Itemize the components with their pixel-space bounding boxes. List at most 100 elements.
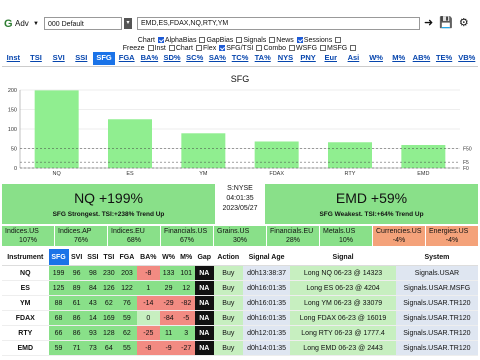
tab-sd[interactable]: SD% (161, 52, 184, 65)
ba-cell: -14 (137, 295, 160, 311)
option-label-sessions: Sessions (303, 37, 333, 44)
ssi-cell: 98 (84, 265, 101, 281)
tab-ssi[interactable]: SSI (70, 52, 93, 65)
table-row[interactable]: FDAX 68 86 14 169 59 0 -84 -5 NA Buy d0h16:01:35 Lon… (2, 310, 478, 326)
table-row[interactable]: YM 88 61 43 62 76 -14 -29 -82 NA Buy d0h16:01:35 Lon… (2, 295, 478, 311)
instrument-cell: ES (2, 280, 49, 296)
column-header-tsi[interactable]: TSI (100, 249, 117, 266)
column-header-sfg[interactable]: SFG (48, 249, 69, 266)
column-header-svi[interactable]: SVI (68, 249, 85, 266)
m-cell: -27 (177, 340, 195, 356)
column-header-action[interactable]: Action (213, 249, 243, 266)
sector-financials-us[interactable]: Financials.US 67% (161, 226, 213, 246)
signal-age-cell: d0h16:01:35 (242, 310, 291, 326)
option-checkbox-signals[interactable] (269, 37, 276, 44)
bar-nq (34, 90, 79, 168)
table-header: Instrument SFG SVI SSI TSI FGA BA% W% M% Gap Actio… (2, 249, 478, 266)
signal-cell: Long NQ 06-23 @ 14323 (290, 265, 396, 281)
tab-asi[interactable]: Asi (342, 52, 365, 65)
strongest-value: NQ +199% (74, 190, 143, 206)
fga-cell: 55 (116, 340, 138, 356)
save-icon[interactable]: 💾 (439, 16, 453, 29)
preset-select[interactable]: 000 Default (44, 17, 122, 30)
option-checkbox-alphabias[interactable] (199, 37, 206, 44)
option-checkbox-wsfg[interactable] (320, 45, 327, 52)
tab-vb[interactable]: VB% (455, 52, 478, 65)
preset-toggle-button[interactable]: ▾ (124, 18, 132, 29)
sector-currencies-us[interactable]: Currencies.US -4% (373, 226, 425, 246)
column-header-gap[interactable]: Gap (194, 249, 214, 266)
column-header-fga[interactable]: FGA (116, 249, 138, 266)
tab-ab[interactable]: AB% (410, 52, 433, 65)
sfg-cell: 88 (48, 295, 69, 311)
option-checkbox-gapbias[interactable] (236, 37, 243, 44)
table-row[interactable]: EMD 59 71 73 64 55 -8 -9 -27 NA Buy d0h14:01:35 Long… (2, 340, 478, 356)
sector-name: Financials.US (164, 228, 208, 235)
option-checkbox-freeze[interactable] (147, 45, 154, 52)
option-checkbox-flex[interactable] (219, 45, 226, 52)
gap-cell: NA (194, 325, 214, 341)
column-header-signal[interactable]: Signal (290, 249, 396, 266)
bar-ym (181, 133, 226, 168)
option-checkbox-news[interactable] (296, 37, 303, 44)
signal-age-cell: d0h16:01:35 (242, 295, 291, 311)
column-header-system[interactable]: System (395, 249, 478, 266)
option-checkbox-sfg-tsi[interactable] (256, 45, 263, 52)
tab-pny[interactable]: PNY (297, 52, 320, 65)
tab-sa[interactable]: SA% (206, 52, 229, 65)
column-header-ba[interactable]: BA% (137, 249, 160, 266)
option-checkbox-sessions[interactable] (335, 37, 342, 44)
column-header-ssi[interactable]: SSI (84, 249, 101, 266)
column-header-instrument[interactable]: Instrument (2, 249, 49, 266)
tab-te[interactable]: TE% (433, 52, 456, 65)
tab-ta[interactable]: TA% (251, 52, 274, 65)
option-checkbox-chart[interactable] (157, 37, 164, 44)
m-cell: -82 (177, 295, 195, 311)
table-row[interactable]: NQ 199 96 98 230 203 -8 133 101 NA Buy d0h13:38:37 L… (2, 265, 478, 281)
instrument-cell: RTY (2, 325, 49, 341)
tab-fga[interactable]: FGA (115, 52, 138, 65)
signal-cell: Long ES 06-23 @ 4204 (290, 280, 396, 296)
table-row[interactable]: RTY 66 86 93 128 62 -25 11 3 NA Buy d0h12:01:35 Long… (2, 325, 478, 341)
sector-metals-us[interactable]: Metals.US 10% (320, 226, 372, 246)
svi-cell: 86 (68, 325, 85, 341)
sector-financials-eu[interactable]: Financials.EU 28% (267, 226, 319, 246)
sector-indices-ap[interactable]: Indices.AP 76% (55, 226, 107, 246)
tab-sc[interactable]: SC% (183, 52, 206, 65)
tab-inst[interactable]: Inst (2, 52, 25, 65)
bar-emd (401, 144, 446, 168)
sector-indices-eu[interactable]: Indices.EU 68% (108, 226, 160, 246)
tab-tsi[interactable]: TSI (25, 52, 48, 65)
table-row[interactable]: ES 125 89 84 126 122 1 29 12 NA Buy d0h16:01:35 Long… (2, 280, 478, 296)
arrow-right-icon[interactable]: ➜ (424, 16, 433, 29)
option-checkbox-inst[interactable] (168, 45, 175, 52)
reference-label: F50 (463, 147, 472, 153)
sector-indices-us[interactable]: Indices.US 107% (2, 226, 54, 246)
tab-svi[interactable]: SVI (47, 52, 70, 65)
tab-m[interactable]: M% (387, 52, 410, 65)
tsi-cell: 62 (100, 295, 117, 311)
action-cell: Buy (213, 340, 243, 356)
tab-tc[interactable]: TC% (229, 52, 252, 65)
option-checkbox-chart[interactable] (195, 45, 202, 52)
w-cell: -9 (159, 340, 178, 356)
option-checkbox-msfg[interactable] (350, 45, 357, 52)
tab-ba[interactable]: BA% (138, 52, 161, 65)
sector-grains-us[interactable]: Grains.US 30% (214, 226, 266, 246)
tab-nys[interactable]: NYS (274, 52, 297, 65)
symbols-input[interactable]: EMD,ES,FDAX,NQ,RTY,YM (137, 17, 420, 30)
column-header-w[interactable]: W% (159, 249, 178, 266)
option-label-sfg-tsi: SFG/TSI (226, 45, 254, 52)
option-label-msfg: MSFG (327, 45, 348, 52)
adv-label: Adv (15, 19, 29, 28)
tab-w[interactable]: W% (365, 52, 388, 65)
sector-energies-us[interactable]: Energies.US -4% (426, 226, 478, 246)
column-header-signal-age[interactable]: Signal Age (242, 249, 291, 266)
action-cell: Buy (213, 295, 243, 311)
adv-dropdown-chevron-icon[interactable]: ▼ (33, 21, 39, 27)
tab-eur[interactable]: Eur (319, 52, 342, 65)
gear-icon[interactable]: ⚙ (459, 16, 469, 29)
tab-sfg[interactable]: SFG (92, 52, 116, 65)
column-header-m[interactable]: M% (177, 249, 195, 266)
option-checkbox-combo[interactable] (289, 45, 296, 52)
